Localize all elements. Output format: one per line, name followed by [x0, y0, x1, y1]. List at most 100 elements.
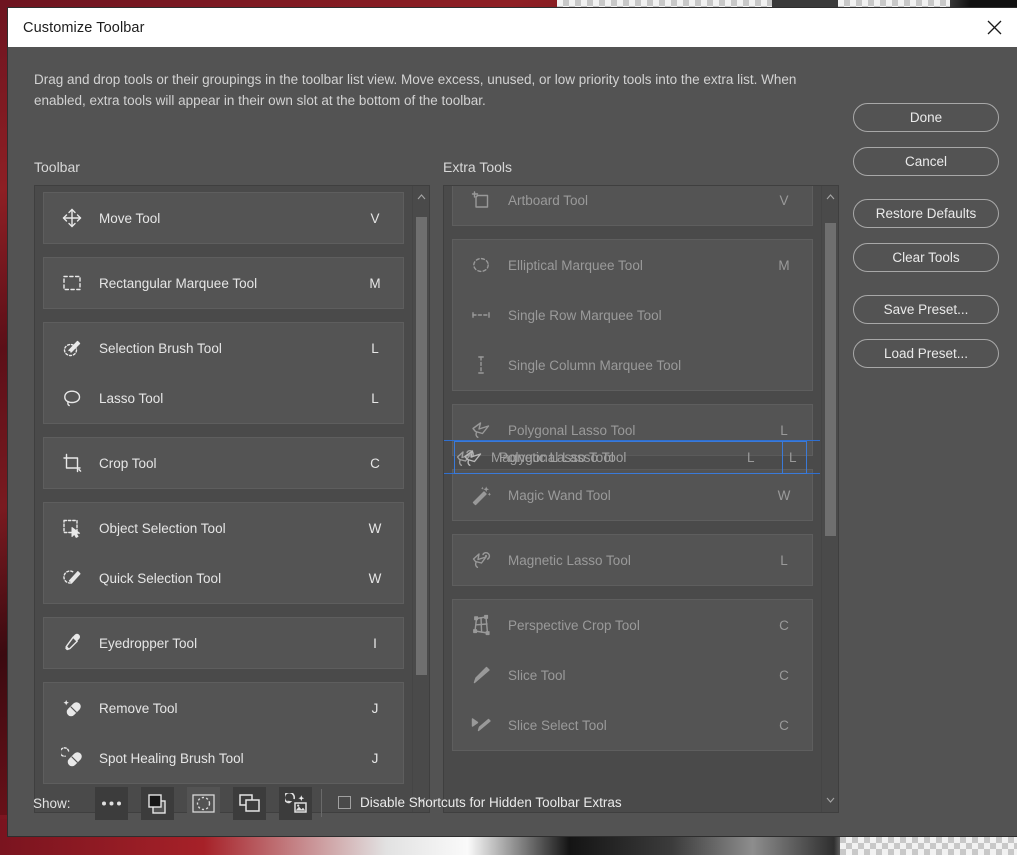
- extra-tools-column-label: Extra Tools: [443, 159, 512, 175]
- tool-group[interactable]: Magic Wand Tool W: [452, 469, 813, 521]
- eyedropper-tool-icon: [54, 632, 90, 654]
- foreground-background-color-icon[interactable]: [141, 787, 174, 820]
- tool-group[interactable]: > Artboard Tool V: [452, 186, 813, 226]
- screen-mode-icon[interactable]: [233, 787, 266, 820]
- magic-wand-tool-icon: [463, 484, 499, 506]
- tool-group[interactable]: Eyedropper Tool I: [43, 617, 404, 669]
- lasso-tool-icon: [54, 387, 90, 409]
- chevron-up-icon[interactable]: [822, 188, 838, 205]
- dialog-title: Customize Toolbar: [23, 19, 145, 36]
- tool-row[interactable]: Remove Tool J: [44, 683, 403, 733]
- tool-shortcut-key: C: [779, 617, 789, 633]
- artboard-tool-icon: >: [463, 189, 499, 211]
- tool-row[interactable]: Eyedropper Tool I: [44, 618, 403, 668]
- tool-name: Slice Tool: [508, 667, 566, 683]
- tool-row[interactable]: > Artboard Tool V: [453, 186, 812, 225]
- tool-row[interactable]: Crop Tool C: [44, 438, 403, 488]
- tool-row[interactable]: Lasso Tool L: [44, 373, 403, 423]
- tool-name: Single Row Marquee Tool: [508, 307, 662, 323]
- dialog-titlebar: Customize Toolbar: [8, 8, 1017, 47]
- tool-row[interactable]: Single Row Marquee Tool: [453, 290, 812, 340]
- clear-tools-button[interactable]: Clear Tools: [853, 243, 999, 272]
- tool-row[interactable]: Magnetic Lasso Tool L: [453, 535, 812, 585]
- tool-name: Quick Selection Tool: [99, 570, 222, 586]
- toolbar-scrollbar-thumb[interactable]: [416, 216, 427, 675]
- crop-tool-icon: [54, 452, 90, 474]
- tool-name: Magic Wand Tool: [508, 487, 611, 503]
- remove-tool-icon: [54, 697, 90, 719]
- footer-divider: [321, 789, 322, 817]
- tool-group[interactable]: Move Tool V: [43, 192, 404, 244]
- tool-row[interactable]: Magic Wand Tool W: [453, 470, 812, 520]
- rectangular-marquee-tool-icon: [54, 272, 90, 294]
- tool-shortcut-key: M: [369, 275, 381, 291]
- tool-shortcut-key: C: [779, 717, 789, 733]
- tool-shortcut-key: L: [780, 422, 788, 438]
- tool-group[interactable]: Polygonal Lasso Tool L: [452, 404, 813, 456]
- tool-row[interactable]: Object Selection Tool W: [44, 503, 403, 553]
- tool-row[interactable]: Perspective Crop Tool C: [453, 600, 812, 650]
- tool-group[interactable]: Selection Brush Tool L Lasso Tool L: [43, 322, 404, 424]
- tool-shortcut-key: J: [371, 700, 379, 716]
- quick-selection-tool-icon: [54, 567, 90, 589]
- elliptical-marquee-tool-icon: [463, 254, 499, 276]
- done-button[interactable]: Done: [853, 103, 999, 132]
- tool-name: Slice Select Tool: [508, 717, 607, 733]
- tool-group[interactable]: Elliptical Marquee Tool M Single Row Marqu…: [452, 239, 813, 391]
- spot-healing-brush-tool-icon: [54, 747, 90, 769]
- tool-shortcut-key: M: [778, 257, 790, 273]
- tool-shortcut-key: I: [373, 635, 377, 651]
- quick-mask-icon[interactable]: [187, 787, 220, 820]
- customize-toolbar-dialog: Customize Toolbar Drag and drop tools or…: [8, 8, 1017, 836]
- cancel-button[interactable]: Cancel: [853, 147, 999, 176]
- extra-tools-scrollbar-thumb[interactable]: [825, 222, 836, 537]
- tool-row[interactable]: Rectangular Marquee Tool M: [44, 258, 403, 308]
- tool-group[interactable]: Remove Tool J Spot Healing Brush Tool J: [43, 682, 404, 784]
- ellipsis-icon[interactable]: [95, 787, 128, 820]
- tool-row[interactable]: Polygonal Lasso Tool L: [453, 405, 812, 455]
- tool-row[interactable]: Quick Selection Tool W: [44, 553, 403, 603]
- tool-name: Elliptical Marquee Tool: [508, 257, 643, 273]
- tool-shortcut-key: C: [779, 667, 789, 683]
- tool-shortcut-key: L: [371, 390, 379, 406]
- toolbar-tool-list: Move Tool V Rectangular Marquee Tool M Selec…: [35, 186, 412, 812]
- extra-tools-scrollbar[interactable]: [821, 186, 838, 812]
- extra-tools-list-pane: > Artboard Tool V Elliptical Marquee Tool M S…: [443, 185, 839, 813]
- single-row-marquee-tool-icon: [463, 304, 499, 326]
- tool-name: Artboard Tool: [508, 192, 589, 208]
- tool-group[interactable]: Perspective Crop Tool C Slice Tool C Slice S…: [452, 599, 813, 751]
- selection-brush-tool-icon: [54, 337, 90, 359]
- show-label: Show:: [33, 796, 71, 811]
- tool-group[interactable]: Magnetic Lasso Tool L: [452, 534, 813, 586]
- tool-row[interactable]: Selection Brush Tool L: [44, 323, 403, 373]
- tool-row[interactable]: Elliptical Marquee Tool M: [453, 240, 812, 290]
- tool-shortcut-key: J: [371, 750, 379, 766]
- tool-row[interactable]: Slice Select Tool C: [453, 700, 812, 750]
- polygonal-lasso-tool-icon: [463, 419, 499, 441]
- tool-name: Object Selection Tool: [99, 520, 226, 536]
- tool-row[interactable]: Slice Tool C: [453, 650, 812, 700]
- toolbar-scrollbar[interactable]: [412, 186, 429, 812]
- move-tool-icon: [54, 207, 90, 229]
- tool-group[interactable]: Rectangular Marquee Tool M: [43, 257, 404, 309]
- restore-defaults-button[interactable]: Restore Defaults: [853, 199, 999, 228]
- dialog-instructions: Drag and drop tools or their groupings i…: [34, 72, 797, 108]
- disable-shortcuts-checkbox[interactable]: Disable Shortcuts for Hidden Toolbar Ext…: [338, 795, 622, 810]
- checkbox-box[interactable]: [338, 796, 351, 809]
- tool-row[interactable]: Move Tool V: [44, 193, 403, 243]
- edit-toolbar-icon[interactable]: [279, 787, 312, 820]
- tool-group[interactable]: Crop Tool C: [43, 437, 404, 489]
- tool-name: Crop Tool: [99, 455, 157, 471]
- save-preset-button[interactable]: Save Preset...: [853, 295, 999, 324]
- load-preset-button[interactable]: Load Preset...: [853, 339, 999, 368]
- close-icon[interactable]: [971, 8, 1017, 47]
- tool-shortcut-key: V: [779, 192, 789, 208]
- tool-group[interactable]: Object Selection Tool W Quick Selection To…: [43, 502, 404, 604]
- tool-name: Magnetic Lasso Tool: [508, 552, 631, 568]
- tool-row[interactable]: Single Column Marquee Tool: [453, 340, 812, 390]
- tool-shortcut-key: C: [370, 455, 380, 471]
- tool-name: Lasso Tool: [99, 390, 164, 406]
- extra-tools-tool-list: > Artboard Tool V Elliptical Marquee Tool M S…: [444, 186, 821, 812]
- tool-name: Rectangular Marquee Tool: [99, 275, 258, 291]
- chevron-up-icon[interactable]: [413, 188, 429, 205]
